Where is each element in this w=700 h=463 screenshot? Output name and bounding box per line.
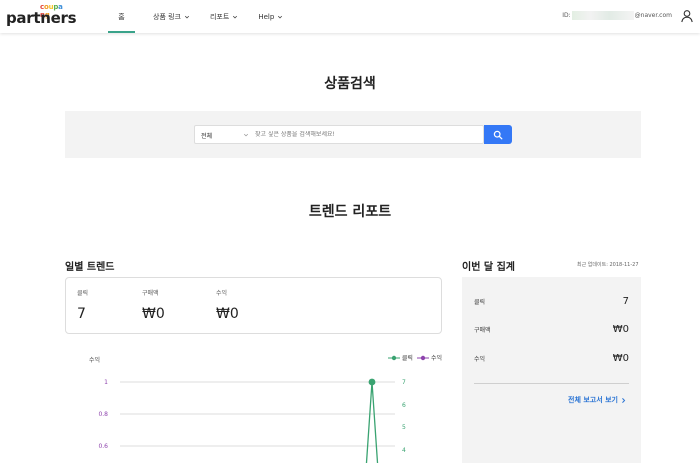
daily-trend-chart: 수익 1 0.8 0.6 7 6 5 4 클릭 수익 [65,345,442,463]
chevron-down-icon [184,15,190,18]
search-box: 전체 [194,125,484,144]
left-tick-label: 0.6 [98,443,108,450]
legend-label: 수익 [430,355,442,362]
left-tick-label: 1 [104,379,108,386]
main-nav: 홈 상품 링크 리포트 Help [108,0,293,33]
summary-value: ₩0 [612,353,629,364]
account-id-prefix: ID: [562,12,571,19]
metric-value: ₩0 [216,306,239,322]
user-icon[interactable] [680,9,694,23]
summary-row-clicks: 클릭 7 [474,296,629,307]
summary-label: 구매액 [474,327,491,334]
account-email-domain: @naver.com [634,12,672,19]
left-axis-ticks: 1 0.8 0.6 [98,379,108,450]
nav-help-label: Help [258,12,275,21]
daily-trend-title: 일별 트렌드 [65,262,115,273]
nav-report-label: 리포트 [210,12,230,21]
chart-grid [120,381,395,447]
right-axis-ticks: 7 6 5 4 [402,379,406,454]
chevron-right-icon [622,397,626,403]
summary-row-purchase: 구매액 ₩0 [474,324,629,335]
daily-metrics-card: 클릭 7 구매액 ₩0 수익 ₩0 [65,277,442,334]
metric-label: 클릭 [77,290,89,297]
left-tick-label: 0.8 [98,411,108,418]
full-report-link[interactable]: 전체 보고서 보기 [568,395,627,405]
account-id[interactable]: ID: @naver.com [562,11,672,20]
right-tick-label: 4 [402,447,406,454]
summary-label: 클릭 [474,299,486,306]
summary-value: ₩0 [612,324,629,335]
legend-label: 클릭 [401,355,413,362]
search-input[interactable] [255,131,480,138]
last-updated-text: 최근 업데이트: 2018-11-27 [577,262,639,268]
category-select-value[interactable]: 전체 [201,131,212,140]
nav-home[interactable]: 홈 [108,0,135,33]
masked-id [571,11,634,20]
nav-home-label: 홈 [118,12,125,21]
nav-help[interactable]: Help [248,0,293,33]
metric-value: 7 [77,306,86,322]
summary-value: 7 [622,296,629,307]
full-report-link-label: 전체 보고서 보기 [568,396,618,404]
legend-item-revenue[interactable]: 수익 [416,353,442,362]
partners-wordmark: partners [6,9,77,27]
nav-report[interactable]: 리포트 [200,0,248,33]
chart-series [365,378,379,463]
nav-product-link[interactable]: 상품 링크 [143,0,200,33]
search-icon [493,130,503,139]
summary-row-revenue: 수익 ₩0 [474,353,629,364]
trend-report-title: 트렌드 리포트 [308,204,392,220]
search-button[interactable] [484,125,512,144]
left-axis-label: 수익 [89,356,100,364]
metric-value: ₩0 [142,306,165,322]
monthly-summary-card: 클릭 7 구매액 ₩0 수익 ₩0 전체 보고서 보기 [462,277,641,463]
metric-revenue: 수익 ₩0 [216,288,239,322]
metric-clicks: 클릭 7 [77,288,88,322]
monthly-summary-title: 이번 달 집계 [462,262,515,273]
legend-marker [416,355,429,360]
metric-label: 구매액 [142,290,159,297]
nav-product-link-label: 상품 링크 [153,12,181,21]
chart-legend: 클릭 수익 [384,353,442,362]
clicks-peak-point[interactable] [368,378,376,386]
chevron-down-icon [278,15,283,18]
legend-marker [387,355,400,360]
clicks-line [365,381,379,463]
metric-label: 수익 [216,290,228,297]
chevron-down-icon [233,15,238,18]
right-tick-label: 7 [402,379,406,386]
top-header: coupang partners 홈 상품 링크 리포트 Help ID: @n… [0,0,700,33]
summary-label: 수익 [474,356,486,363]
legend-item-clicks[interactable]: 클릭 [387,353,413,362]
coupang-partners-logo[interactable]: coupang partners [6,3,77,29]
right-tick-label: 5 [402,424,406,431]
right-tick-label: 6 [402,402,406,409]
chevron-down-icon[interactable] [243,132,249,138]
metric-purchase: 구매액 ₩0 [142,288,165,322]
summary-divider [474,383,629,384]
product-search-title: 상품검색 [324,76,376,92]
chart-plot: 수익 1 0.8 0.6 7 6 5 4 [89,356,406,463]
